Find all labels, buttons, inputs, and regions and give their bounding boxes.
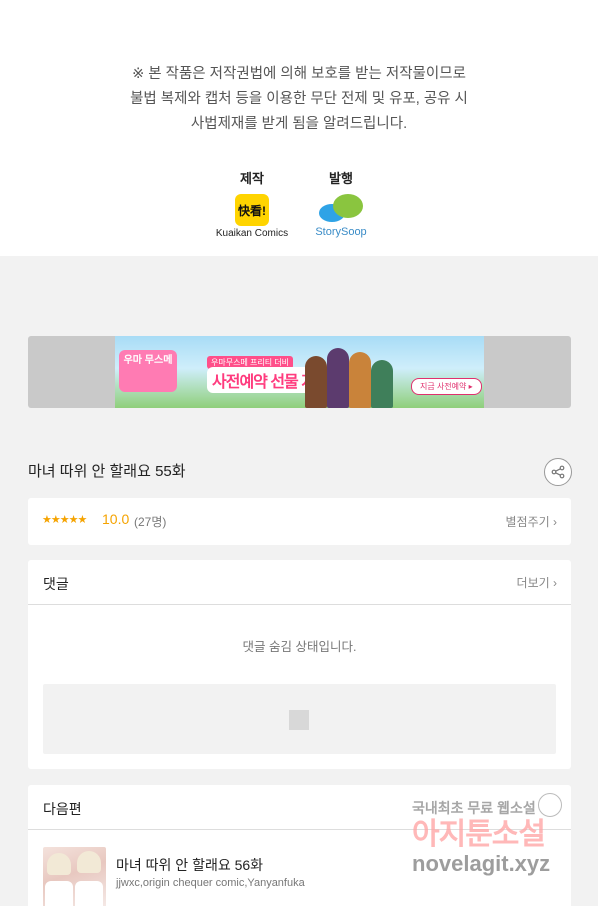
kuaikan-logo-icon: 快看! (235, 194, 269, 226)
comments-hidden-message: 댓글 숨김 상태입니다. (242, 640, 357, 654)
rating-score: 10.0 (102, 511, 130, 527)
notice-line: ※ 본 작품은 저작권법에 의해 보호를 받는 저작물이므로 (132, 66, 466, 82)
produce-label: 제작 (240, 171, 264, 186)
game-logo: 우마 무스메 (119, 350, 177, 392)
rating-card: ★★★★★ 10.0 (27명) 별점주기 › (28, 498, 571, 545)
episode-title: 마녀 따위 안 할래요 55화 (28, 463, 186, 480)
circle-icon (538, 793, 562, 817)
copyright-notice: ※ 본 작품은 저작권법에 의해 보호를 받는 저작물이므로 불법 복제와 캡처… (0, 62, 598, 137)
comments-title: 댓글 (43, 576, 69, 592)
next-title: 다음편 (43, 801, 82, 817)
notice-line: 사법제재를 받게 됨을 알려드립니다. (190, 116, 408, 132)
next-episode-thumbnail[interactable] (43, 847, 106, 906)
next-episode-card[interactable]: 다음편 마녀 따위 안 할래요 56화 jjwxc,origin chequer… (28, 785, 571, 906)
ad-banner[interactable]: 우마 무스메 우마무스메 프리티 더비 사전예약 선물 지급! 지금 사전예약 … (115, 336, 484, 408)
publisher-name: StorySoop (315, 226, 367, 238)
preregister-button[interactable]: 지금 사전예약 ▸ (411, 378, 482, 395)
notice-line: 불법 복제와 캡처 등을 이용한 무단 전제 및 유포, 공유 시 (130, 91, 468, 107)
producer-name: Kuaikan Comics (215, 228, 289, 239)
publish-label: 발행 (329, 171, 353, 186)
comments-more-link[interactable]: 더보기 › (517, 574, 557, 591)
comments-header: 댓글 더보기 › (28, 560, 571, 605)
credit-producer: 제작 快看! Kuaikan Comics (207, 168, 297, 239)
share-button[interactable] (544, 458, 572, 486)
share-icon (551, 465, 565, 479)
storysoop-logo-icon (317, 192, 365, 224)
ad-banner-container: 우마 무스메 우마무스메 프리티 더비 사전예약 선물 지급! 지금 사전예약 … (28, 336, 571, 408)
next-header: 다음편 (28, 785, 571, 830)
banner-characters-image (305, 346, 395, 408)
next-episode-authors: jjwxc,origin chequer comic,Yanyanfuka (116, 877, 305, 889)
comments-card: 댓글 더보기 › 댓글 숨김 상태입니다. (28, 560, 571, 769)
rate-button[interactable]: 별점주기 › (506, 513, 558, 530)
next-episode-title[interactable]: 마녀 따위 안 할래요 56화 (116, 855, 263, 875)
star-rating-icon: ★★★★★ (42, 514, 87, 526)
comment-input-area[interactable] (43, 684, 556, 754)
credit-publisher: 발행 StorySoop (296, 168, 386, 238)
placeholder-icon (289, 710, 309, 730)
copyright-section: ※ 본 작품은 저작권법에 의해 보호를 받는 저작물이므로 불법 복제와 캡처… (0, 0, 598, 256)
rating-count: (27명) (134, 515, 167, 529)
